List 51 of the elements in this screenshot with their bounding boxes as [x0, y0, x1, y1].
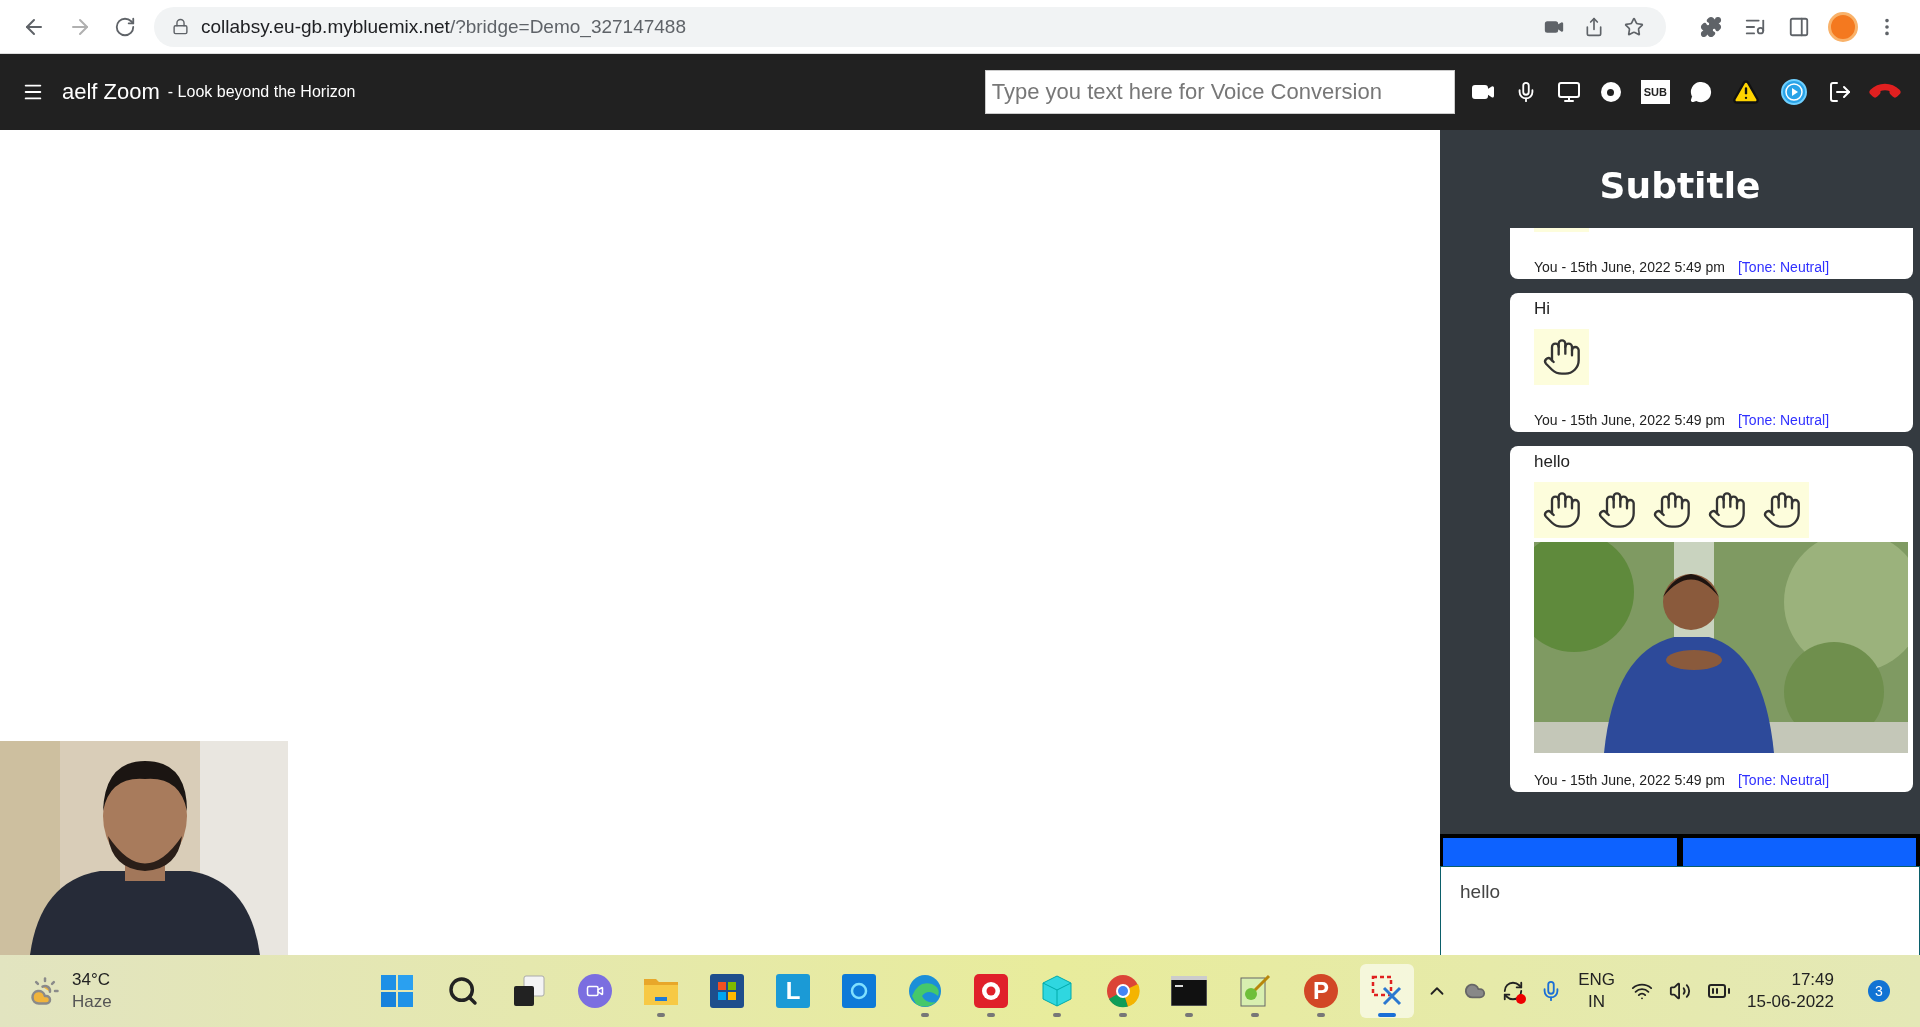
notepad-logo-icon — [1239, 974, 1271, 1008]
message-meta: You - 15th June, 2022 5:49 pm — [1534, 411, 1725, 429]
search-logo-icon — [447, 975, 479, 1007]
store-logo-icon — [710, 974, 744, 1008]
play-circle-icon[interactable] — [1780, 78, 1808, 106]
panel-title: Subtitle — [1598, 164, 1762, 208]
chrome-logo-icon — [1106, 974, 1140, 1008]
start-logo-icon — [380, 974, 414, 1008]
language-indicator[interactable]: ENG IN — [1578, 969, 1616, 1013]
record-logo-icon — [974, 974, 1008, 1008]
hand-sign-icon — [1534, 329, 1589, 385]
tagline: - Look beyond the Horizon — [167, 83, 356, 101]
edge-logo-icon — [908, 974, 942, 1008]
message-meta: You - 15th June, 2022 5:49 pm — [1534, 258, 1725, 276]
hand-sign-icon — [1534, 482, 1589, 538]
exit-icon[interactable] — [1828, 80, 1852, 104]
app-title: aelf Zoom — [62, 79, 160, 105]
warning-icon[interactable] — [1732, 78, 1760, 106]
tone-label: [Tone: Neutral] — [1737, 411, 1830, 429]
monitor-icon[interactable] — [1556, 80, 1581, 104]
message-text: hello — [1534, 451, 1571, 473]
lock-icon — [172, 18, 189, 35]
weather-icon[interactable] — [30, 976, 60, 1006]
notification-badge[interactable]: 3 — [1868, 980, 1890, 1002]
snipping-tool-icon[interactable] — [1360, 964, 1414, 1018]
chat-bubble-icon[interactable] — [1690, 81, 1712, 103]
chat-logo-icon — [578, 974, 612, 1008]
clock[interactable]: 17:49 15-06-2022 — [1747, 969, 1834, 1013]
slides-logo-icon: P — [1304, 974, 1338, 1008]
weather-condition: Haze — [72, 991, 112, 1013]
url-text: collabsy.eu-gb.mybluemix.net/?bridge=Demo_327147488 — [201, 15, 686, 38]
cube-logo-icon — [1040, 974, 1074, 1008]
avatar[interactable] — [1828, 11, 1858, 42]
tone-label: [Tone: Neutral] — [1737, 258, 1830, 276]
tone-label: [Tone: Neutral] — [1737, 771, 1830, 789]
address-bar[interactable]: collabsy.eu-gb.mybluemix.net/?bridge=Demo_327147488 — [154, 6, 1666, 47]
terminal-logo-icon — [1171, 976, 1207, 1006]
letter-logo-icon: L — [776, 974, 810, 1008]
subtitle-button[interactable]: SUB — [1640, 80, 1670, 104]
message-text: Hi — [1534, 298, 1552, 320]
hand-sign-icon — [1754, 482, 1809, 538]
temperature: 34°C — [72, 969, 111, 991]
volume-icon[interactable] — [1669, 980, 1692, 1002]
record-icon[interactable] — [1600, 82, 1621, 102]
taskview-logo-icon — [512, 974, 546, 1008]
ring-logo-icon — [842, 974, 876, 1008]
voice-text-input[interactable]: Type you text here for Voice Conversion — [984, 70, 1455, 114]
message-meta: You - 15th June, 2022 5:49 pm — [1534, 771, 1725, 789]
message-input[interactable]: hello — [1440, 866, 1920, 955]
sync-icon[interactable] — [1502, 980, 1525, 1002]
snip-logo-icon — [1370, 974, 1404, 1008]
